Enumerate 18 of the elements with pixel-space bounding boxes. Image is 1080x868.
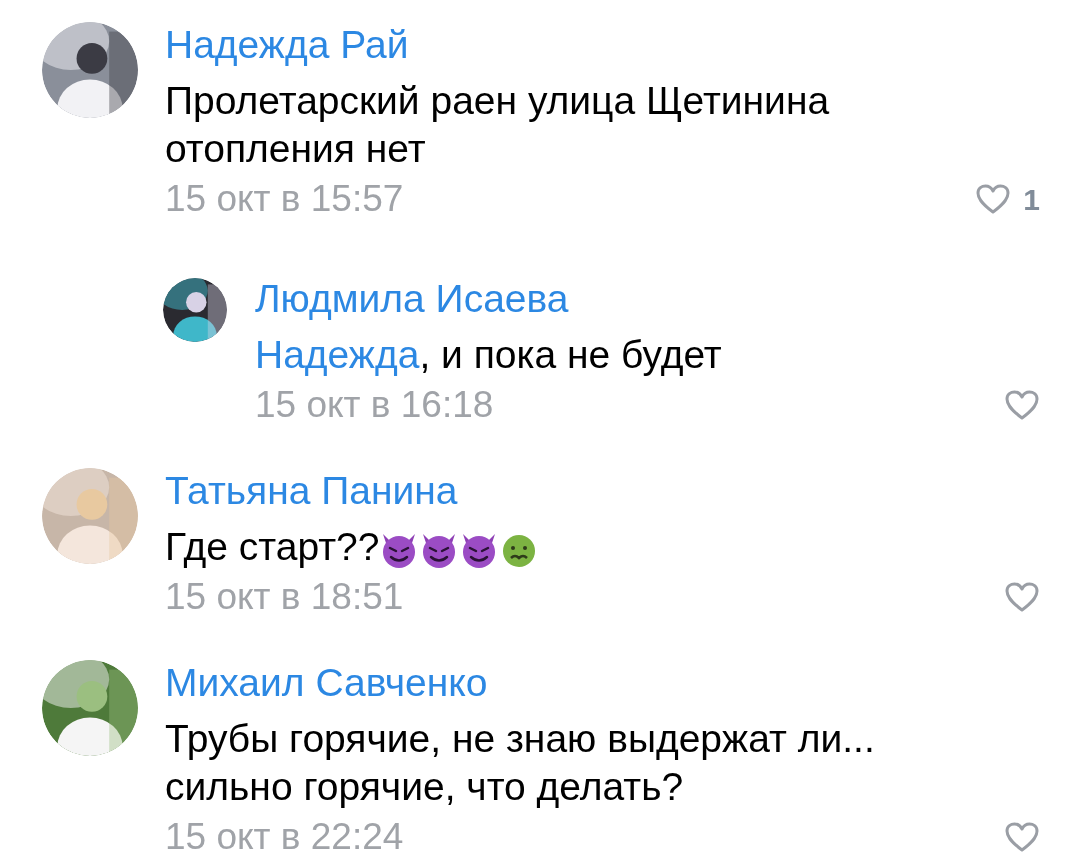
comment-text: Пролетарский раен улица Щетинина отопления нет: [165, 79, 830, 170]
mention-link[interactable]: Надежда: [255, 333, 420, 376]
comment-time: 15 окт в 16:18: [255, 383, 494, 427]
comment-text: , и пока не будет: [419, 333, 722, 376]
like-count: 1: [1023, 181, 1040, 218]
heart-icon[interactable]: [1004, 389, 1040, 421]
author-name[interactable]: Татьяна Панина: [165, 467, 458, 515]
author-name[interactable]: Людмила Исаева: [255, 275, 569, 323]
heart-icon[interactable]: [1004, 581, 1040, 613]
comment-time: 15 окт в 15:57: [165, 177, 404, 221]
heart-icon[interactable]: [1004, 821, 1040, 853]
author-name[interactable]: Михаил Савченко: [165, 659, 488, 707]
comment-time: 15 окт в 18:51: [165, 575, 404, 619]
author-name[interactable]: Надежда Рай: [165, 21, 409, 69]
comment-text: Трубы горячие, не знаю выдержат ли... сильно горячие, что делать?: [165, 717, 875, 808]
comment-text: Где старт??: [165, 525, 380, 568]
comment-time: 15 окт в 22:24: [165, 815, 404, 859]
heart-icon[interactable]: [975, 183, 1012, 215]
